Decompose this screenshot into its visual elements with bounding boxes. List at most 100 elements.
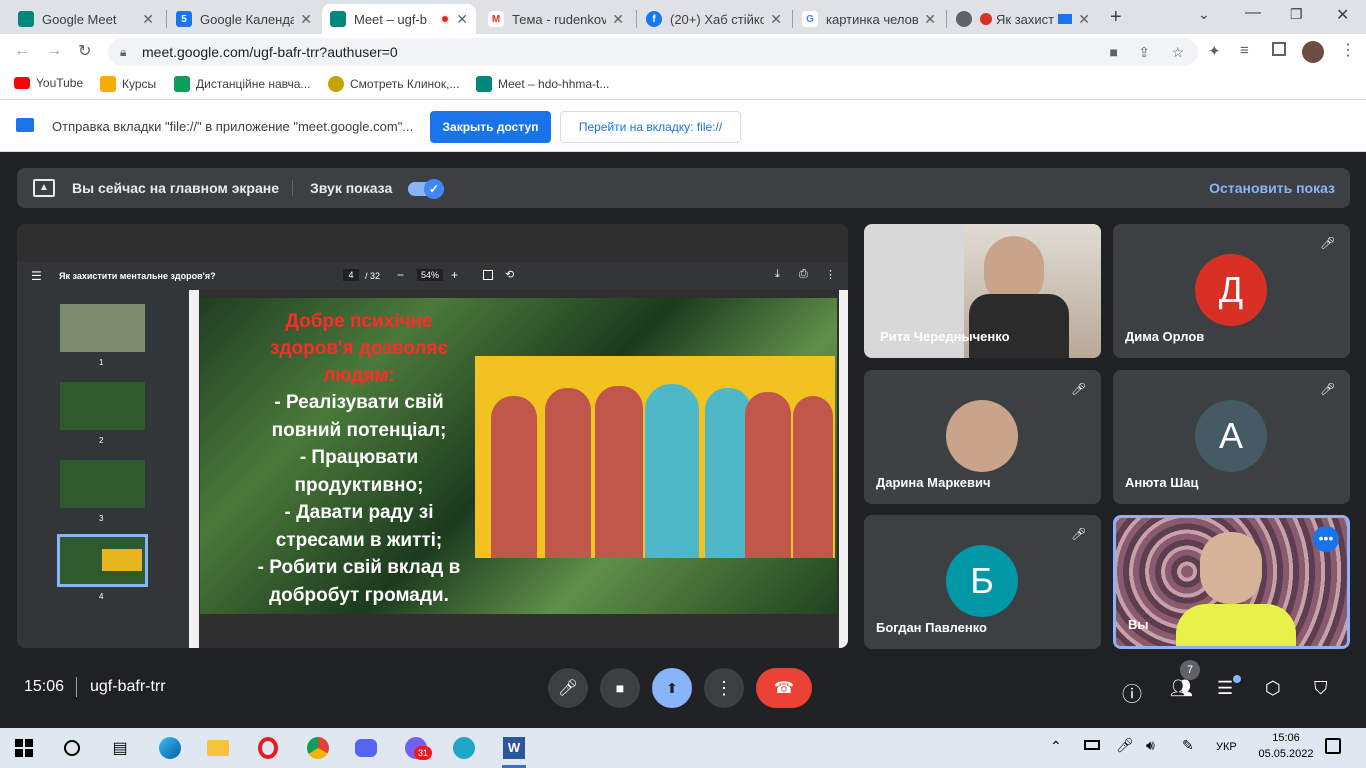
pdf-scrollbar[interactable] xyxy=(839,290,848,648)
audio-toggle[interactable]: ✓ xyxy=(408,179,444,199)
forward-button[interactable]: → xyxy=(46,42,62,60)
close-window-button[interactable]: ✕ xyxy=(1336,5,1349,25)
search-icon[interactable] xyxy=(60,736,84,760)
pdf-title: Як захистити ментальне здоров'я? xyxy=(59,271,216,281)
back-button[interactable]: ← xyxy=(14,42,30,60)
reload-button[interactable]: ↻ xyxy=(78,41,91,61)
edge-icon[interactable] xyxy=(158,736,182,760)
bookmark-youtube[interactable]: YouTube xyxy=(14,76,83,90)
close-icon[interactable]: ✕ xyxy=(456,11,468,28)
volume-icon[interactable]: 🔊︎ xyxy=(1146,737,1155,754)
print-icon[interactable]: ⎙ xyxy=(799,268,808,281)
bookmark-klinok[interactable]: Смотреть Клинок,... xyxy=(328,76,459,92)
close-icon[interactable]: ✕ xyxy=(924,11,936,28)
microphone-tray-icon[interactable]: 🎤︎ xyxy=(1116,737,1134,754)
avatar: Д xyxy=(1195,254,1267,326)
close-icon[interactable]: ✕ xyxy=(300,11,312,28)
rotate-icon[interactable]: ⟲ xyxy=(505,268,514,281)
participant-tile[interactable]: Рита Чередныченко xyxy=(864,224,1101,358)
windows-start-icon[interactable] xyxy=(12,736,36,760)
go-to-tab-button[interactable]: Перейти на вкладку: file:// xyxy=(560,111,741,143)
menu-icon[interactable]: ⋮ xyxy=(1340,40,1356,60)
close-icon[interactable]: ✕ xyxy=(612,11,624,28)
side-panel-icon[interactable] xyxy=(1272,42,1286,56)
pen-icon[interactable]: ✎ xyxy=(1182,737,1194,754)
menu-icon[interactable]: ☰ xyxy=(31,269,42,283)
host-controls-icon[interactable]: ⛉ xyxy=(1314,678,1328,699)
new-tab-button[interactable]: + xyxy=(1110,6,1122,29)
clock-time[interactable]: 15:06 xyxy=(1264,732,1308,744)
participant-tile[interactable]: А 🎤︎ Анюта Шац xyxy=(1113,370,1350,504)
thumbnail-4-selected[interactable] xyxy=(57,534,148,587)
extensions-icon[interactable]: ✦ xyxy=(1208,42,1221,60)
more-options-button[interactable]: ⋮ xyxy=(704,668,744,708)
show-hidden-icons[interactable]: ⌃ xyxy=(1050,738,1062,755)
clock-date[interactable]: 05.05.2022 xyxy=(1254,748,1318,760)
zoom-input[interactable]: 54% xyxy=(417,269,443,281)
meeting-code: ugf-bafr-trr xyxy=(90,678,166,695)
participant-tile[interactable]: Д 🎤︎ Дима Орлов xyxy=(1113,224,1350,358)
bookmark-meet[interactable]: Meet – hdo-hhma-t... xyxy=(476,76,609,92)
thumbnail-scrollbar[interactable] xyxy=(189,290,199,648)
mic-off-icon: 🎤︎ xyxy=(1320,382,1336,396)
bookmark-kursy[interactable]: Курсы xyxy=(100,76,156,92)
media-control-icon[interactable]: ≡ xyxy=(1240,42,1249,59)
microphone-button[interactable]: 🎤︎ xyxy=(548,668,588,708)
chat-icon[interactable]: ☰ xyxy=(1217,678,1233,699)
chrome-icon[interactable] xyxy=(306,736,330,760)
battery-icon[interactable] xyxy=(1084,740,1100,750)
leave-call-button[interactable]: ☎ xyxy=(756,668,812,708)
tab-gmail[interactable]: M Тема - rudenkov ✕ xyxy=(480,4,632,34)
stop-presenting-button[interactable]: Остановить показ xyxy=(1209,180,1335,196)
download-icon[interactable]: ⤓ xyxy=(775,268,780,281)
more-icon[interactable]: ⋮ xyxy=(825,268,836,281)
close-icon[interactable]: ✕ xyxy=(142,11,154,28)
tab-google-meet[interactable]: Google Meet ✕ xyxy=(10,4,162,34)
viber-badge: 31 xyxy=(414,746,432,760)
bookmark-distance[interactable]: Дистанційне навча... xyxy=(174,76,310,92)
profile-avatar[interactable] xyxy=(1302,41,1324,63)
bookmark-star-icon[interactable]: ☆ xyxy=(1171,38,1184,66)
present-icon: ⬆ xyxy=(666,679,678,696)
page-input[interactable]: 4 xyxy=(343,269,359,281)
camera-icon[interactable]: ■ xyxy=(1110,38,1118,66)
minimize-button[interactable]: — xyxy=(1245,4,1261,22)
address-input[interactable]: 🔒︎ meet.google.com/ugf-bafr-trr?authuser… xyxy=(108,38,1198,66)
app-icon[interactable] xyxy=(452,736,476,760)
fit-page-icon[interactable] xyxy=(483,270,493,280)
thumbnail-1[interactable] xyxy=(60,304,145,352)
tab-meet-active[interactable]: Meet – ugf-b ✕ xyxy=(322,4,476,34)
activities-icon[interactable]: ⬡ xyxy=(1265,678,1281,699)
bookmark-label: YouTube xyxy=(36,76,84,90)
viber-icon[interactable]: 31 xyxy=(404,736,432,760)
close-icon[interactable]: ✕ xyxy=(1078,11,1090,28)
info-icon[interactable]: ⓘ xyxy=(1122,678,1142,707)
share-icon[interactable]: ⇪ xyxy=(1138,38,1150,66)
participant-tile[interactable]: 🎤︎ Дарина Маркевич xyxy=(864,370,1101,504)
zoom-in-icon[interactable]: + xyxy=(451,268,458,282)
opera-icon[interactable] xyxy=(256,736,280,760)
tab-facebook[interactable]: f (20+) Хаб стійко ✕ xyxy=(638,4,790,34)
tab-search-button[interactable]: ⌄ xyxy=(1198,6,1210,23)
thumbnail-2[interactable] xyxy=(60,382,145,430)
thumbnail-3[interactable] xyxy=(60,460,145,508)
close-icon[interactable]: ✕ xyxy=(770,11,782,28)
participant-tile[interactable]: Б 🎤︎ Богдан Павленко xyxy=(864,515,1101,649)
restore-button[interactable]: ❐ xyxy=(1290,6,1303,23)
more-options-icon[interactable]: ••• xyxy=(1313,526,1339,552)
self-tile[interactable]: ••• Вы xyxy=(1113,515,1350,649)
zoom-out-icon[interactable]: − xyxy=(397,268,404,282)
tab-google-search[interactable]: G картинка челове ✕ xyxy=(794,4,944,34)
word-icon[interactable]: W xyxy=(502,736,526,760)
stop-sharing-button[interactable]: Закрыть доступ xyxy=(430,111,551,143)
language-indicator[interactable]: УКР xyxy=(1216,741,1237,753)
people-icon[interactable]: 👥︎ xyxy=(1170,678,1193,699)
file-explorer-icon[interactable] xyxy=(206,736,230,760)
discord-icon[interactable] xyxy=(354,736,378,760)
tab-google-calendar[interactable]: 5 Google Календар ✕ xyxy=(168,4,320,34)
tab-pdf[interactable]: Як захист ✕ xyxy=(948,4,1098,34)
camera-button[interactable]: ■ xyxy=(600,668,640,708)
task-view-icon[interactable]: ▤ xyxy=(108,736,132,760)
notifications-icon[interactable] xyxy=(1325,738,1341,754)
present-button[interactable]: ⬆ xyxy=(652,668,692,708)
